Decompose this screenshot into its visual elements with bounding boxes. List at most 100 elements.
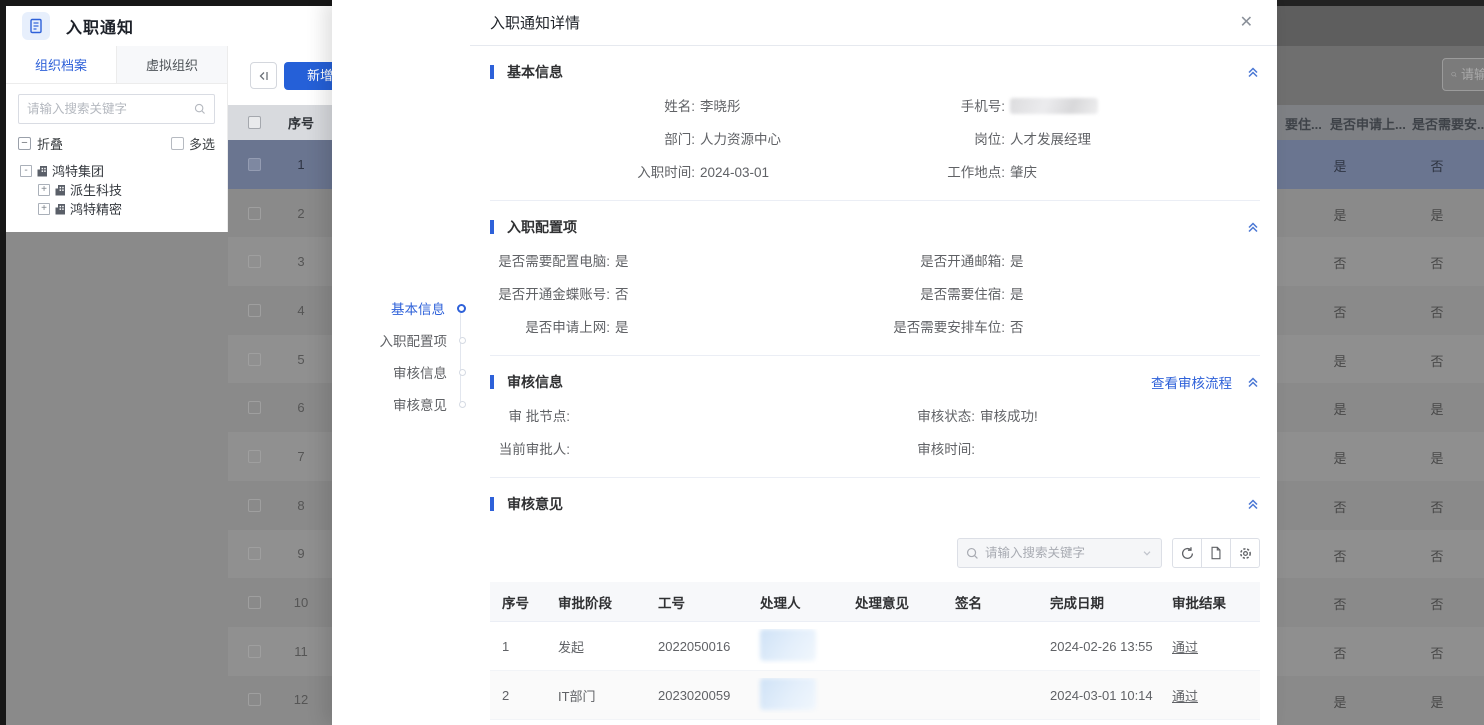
row-checkbox[interactable] [248,450,261,463]
cell-apply-internet: 是 [1325,205,1355,224]
row-checkbox[interactable] [248,353,261,366]
cell: 2022050016 [646,639,748,654]
table-row[interactable]: 2 [228,189,340,238]
table-row[interactable]: 4 [228,286,340,335]
cell-need-parking: 是 [1422,399,1452,418]
tree-expander-icon[interactable]: - [20,165,32,177]
table-row[interactable]: 是是 [1277,383,1484,432]
export-button[interactable] [1201,538,1231,568]
field-是否需要安排车位: 是否需要安排车位:否 [875,319,1260,337]
list-search-input[interactable] [1461,67,1484,82]
row-checkbox[interactable] [248,693,261,706]
table-row[interactable]: 10 [228,578,340,627]
org-search-input[interactable] [19,102,194,116]
section-onboarding-config: 入职配置项 是否需要配置电脑:是是否开通邮箱:是是否开通金蝶账号:否是否需要住宿… [490,209,1260,356]
field-是否申请上网: 是否申请上网:是 [490,319,875,337]
field-部门: 部门:人力资源中心 [490,131,875,149]
column-header: 审批结果 [1160,592,1260,612]
table-row[interactable]: 9 [228,530,340,579]
cell-need-parking: 是 [1422,692,1452,711]
tab-org-archive[interactable]: 组织档案 [6,46,116,83]
table-row[interactable]: 否否 [1277,578,1484,627]
tree-node[interactable]: +派生科技 [38,180,227,199]
table-row[interactable]: 是是 [1277,189,1484,238]
anchor-item-基本信息[interactable]: 基本信息 [354,292,466,324]
collapse-section-icon[interactable] [1246,375,1260,389]
multi-select-checkbox[interactable] [171,137,184,150]
row-checkbox[interactable] [248,645,261,658]
table-row[interactable]: 3 [228,237,340,286]
tree-expander-icon[interactable]: + [38,184,50,196]
table-row[interactable]: 是否 [1277,335,1484,384]
tab-virtual-org[interactable]: 虚拟组织 [116,46,227,83]
collapse-all-icon[interactable]: − [18,137,31,150]
opinions-search-input[interactable] [985,546,1141,560]
collapse-section-icon[interactable] [1246,220,1260,234]
cell [748,629,843,664]
table-row[interactable]: 11 [228,627,340,676]
row-checkbox[interactable] [248,596,261,609]
refresh-button[interactable] [1172,538,1202,568]
tree-node[interactable]: +鸿特精密 [38,199,227,218]
masked-header-right [1277,6,1484,46]
table-row[interactable]: 是是 [1277,432,1484,481]
cell: IT部门 [546,686,646,705]
field-岗位: 岗位:人才发展经理 [875,131,1260,149]
collapse-section-icon[interactable] [1246,497,1260,511]
row-checkbox[interactable] [248,547,261,560]
opinions-controls [490,538,1260,568]
section-audit-info: 审核信息 查看审核流程 审 批节点:审核状态:审核成功!当前审批人:审核时间: [490,364,1260,478]
table-row[interactable]: 1 [228,140,340,189]
drawer-body: 基本信息 姓名:李晓彤手机号:部门:人力资源中心岗位:人才发展经理入职时间:20… [470,54,1277,725]
row-checkbox[interactable] [248,158,261,171]
table-row[interactable]: 12 [228,676,340,725]
cell-apply-internet: 否 [1325,253,1355,272]
field-入职时间: 入职时间:2024-03-01 [490,164,875,182]
close-icon[interactable]: ✕ [1240,15,1253,31]
anchor-item-审核信息[interactable]: 审核信息 [354,356,466,388]
cell-need-parking: 是 [1422,205,1452,224]
row-checkbox[interactable] [248,304,261,317]
tree-expander-icon[interactable]: + [38,203,50,215]
row-checkbox[interactable] [248,401,261,414]
view-audit-flow-link[interactable]: 查看审核流程 [1151,372,1232,392]
select-all-checkbox[interactable] [248,116,261,129]
approval-result-link[interactable]: 通过 [1172,689,1198,704]
table-row[interactable]: 7 [228,432,340,481]
cell-need-parking: 否 [1422,643,1452,662]
table-row[interactable]: 否否 [1277,286,1484,335]
table-row[interactable]: 3IT部门20230300112024-02-26 14:00通过 [490,720,1260,725]
row-checkbox[interactable] [248,255,261,268]
table-row[interactable]: 否否 [1277,627,1484,676]
row-seq: 11 [275,644,327,659]
collapse-section-icon[interactable] [1246,65,1260,79]
column-header: 工号 [646,592,748,612]
table-row[interactable]: 否否 [1277,530,1484,579]
chevron-down-icon[interactable] [1141,547,1153,559]
tree-node[interactable]: -鸿特集团 [20,161,227,180]
field-是否需要住宿: 是否需要住宿:是 [875,286,1260,304]
config-fields: 是否需要配置电脑:是是否开通邮箱:是是否开通金蝶账号:否是否需要住宿:是是否申请… [490,245,1260,355]
org-search-box [18,94,215,124]
column-settings-button[interactable] [1230,538,1260,568]
row-checkbox[interactable] [248,207,261,220]
page-icon [22,12,50,40]
field-是否开通金蝶账号: 是否开通金蝶账号:否 [490,286,875,304]
table-row[interactable]: 是是 [1277,676,1484,725]
row-checkbox[interactable] [248,499,261,512]
cell-apply-internet: 否 [1325,497,1355,516]
table-row[interactable]: 8 [228,481,340,530]
table-row[interactable]: 2IT部门20230200592024-03-01 10:14通过 [490,671,1260,720]
collapse-all-label: 折叠 [37,134,63,153]
table-row[interactable]: 否否 [1277,237,1484,286]
table-row[interactable]: 1发起20220500162024-02-26 13:55通过 [490,622,1260,671]
table-row[interactable]: 6 [228,383,340,432]
table-row[interactable]: 否否 [1277,481,1484,530]
audit-fields: 审 批节点:审核状态:审核成功!当前审批人:审核时间: [490,400,1260,477]
collapse-panel-button[interactable] [250,62,277,89]
anchor-item-入职配置项[interactable]: 入职配置项 [354,324,466,356]
table-row[interactable]: 是否 [1277,140,1484,189]
approval-result-link[interactable]: 通过 [1172,640,1198,655]
table-row[interactable]: 5 [228,335,340,384]
anchor-item-审核意见[interactable]: 审核意见 [354,388,466,420]
